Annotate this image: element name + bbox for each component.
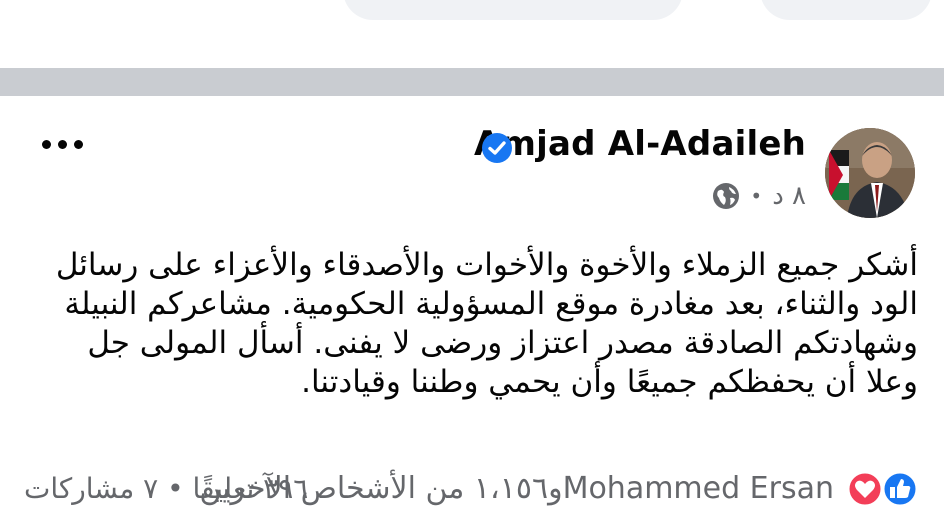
comments-count[interactable]: ٣٩٦ تعليقًا bbox=[193, 472, 309, 505]
shares-count[interactable]: ٧ مشاركات bbox=[24, 472, 158, 505]
reaction-first-name: Mohammed Ersan bbox=[562, 471, 834, 506]
post-text-line: الود والثناء، بعد مغادرة موقع المسؤولية … bbox=[64, 286, 918, 322]
top-action-pill-left[interactable] bbox=[343, 0, 683, 20]
meta-separator-dot: • bbox=[750, 184, 763, 208]
top-action-pill-right[interactable] bbox=[760, 0, 932, 20]
post-text-line: وشهادتكم الصادقة مصدر اعتزاز ورضى لا يفن… bbox=[87, 325, 918, 361]
more-dot bbox=[41, 139, 51, 149]
more-options-icon[interactable] bbox=[38, 126, 86, 162]
author-photo bbox=[825, 128, 915, 218]
post-text: أشكر جميع الزملاء والأخوة والأخوات والأص… bbox=[20, 246, 918, 402]
reactions-bar: و١،١٥٦ من الأشخاص الآخرينMohammed Ersan … bbox=[0, 466, 944, 512]
love-reaction-icon bbox=[846, 470, 884, 508]
engagement-dot: • bbox=[167, 472, 184, 505]
engagement-counts: ٣٩٦ تعليقًا • ٧ مشاركات bbox=[24, 466, 308, 512]
post-meta: • ٨ د bbox=[712, 180, 806, 212]
globe-icon[interactable] bbox=[712, 182, 740, 210]
post-text-line: أشكر جميع الزملاء والأخوة والأخوات والأص… bbox=[55, 247, 918, 283]
author-name[interactable]: Amjad Al-Adaileh bbox=[474, 124, 806, 164]
feed-separator bbox=[0, 68, 944, 96]
author-avatar[interactable] bbox=[825, 128, 915, 218]
reaction-icons[interactable] bbox=[846, 470, 920, 508]
more-dot bbox=[73, 139, 83, 149]
like-reaction-icon bbox=[881, 470, 919, 508]
post-text-line: وعلا أن يحفظكم جميعًا وأن يحمي وطننا وقي… bbox=[301, 364, 918, 400]
more-dot bbox=[57, 139, 67, 149]
post-timestamp[interactable]: ٨ د bbox=[772, 181, 806, 211]
verified-badge-icon bbox=[482, 133, 512, 163]
